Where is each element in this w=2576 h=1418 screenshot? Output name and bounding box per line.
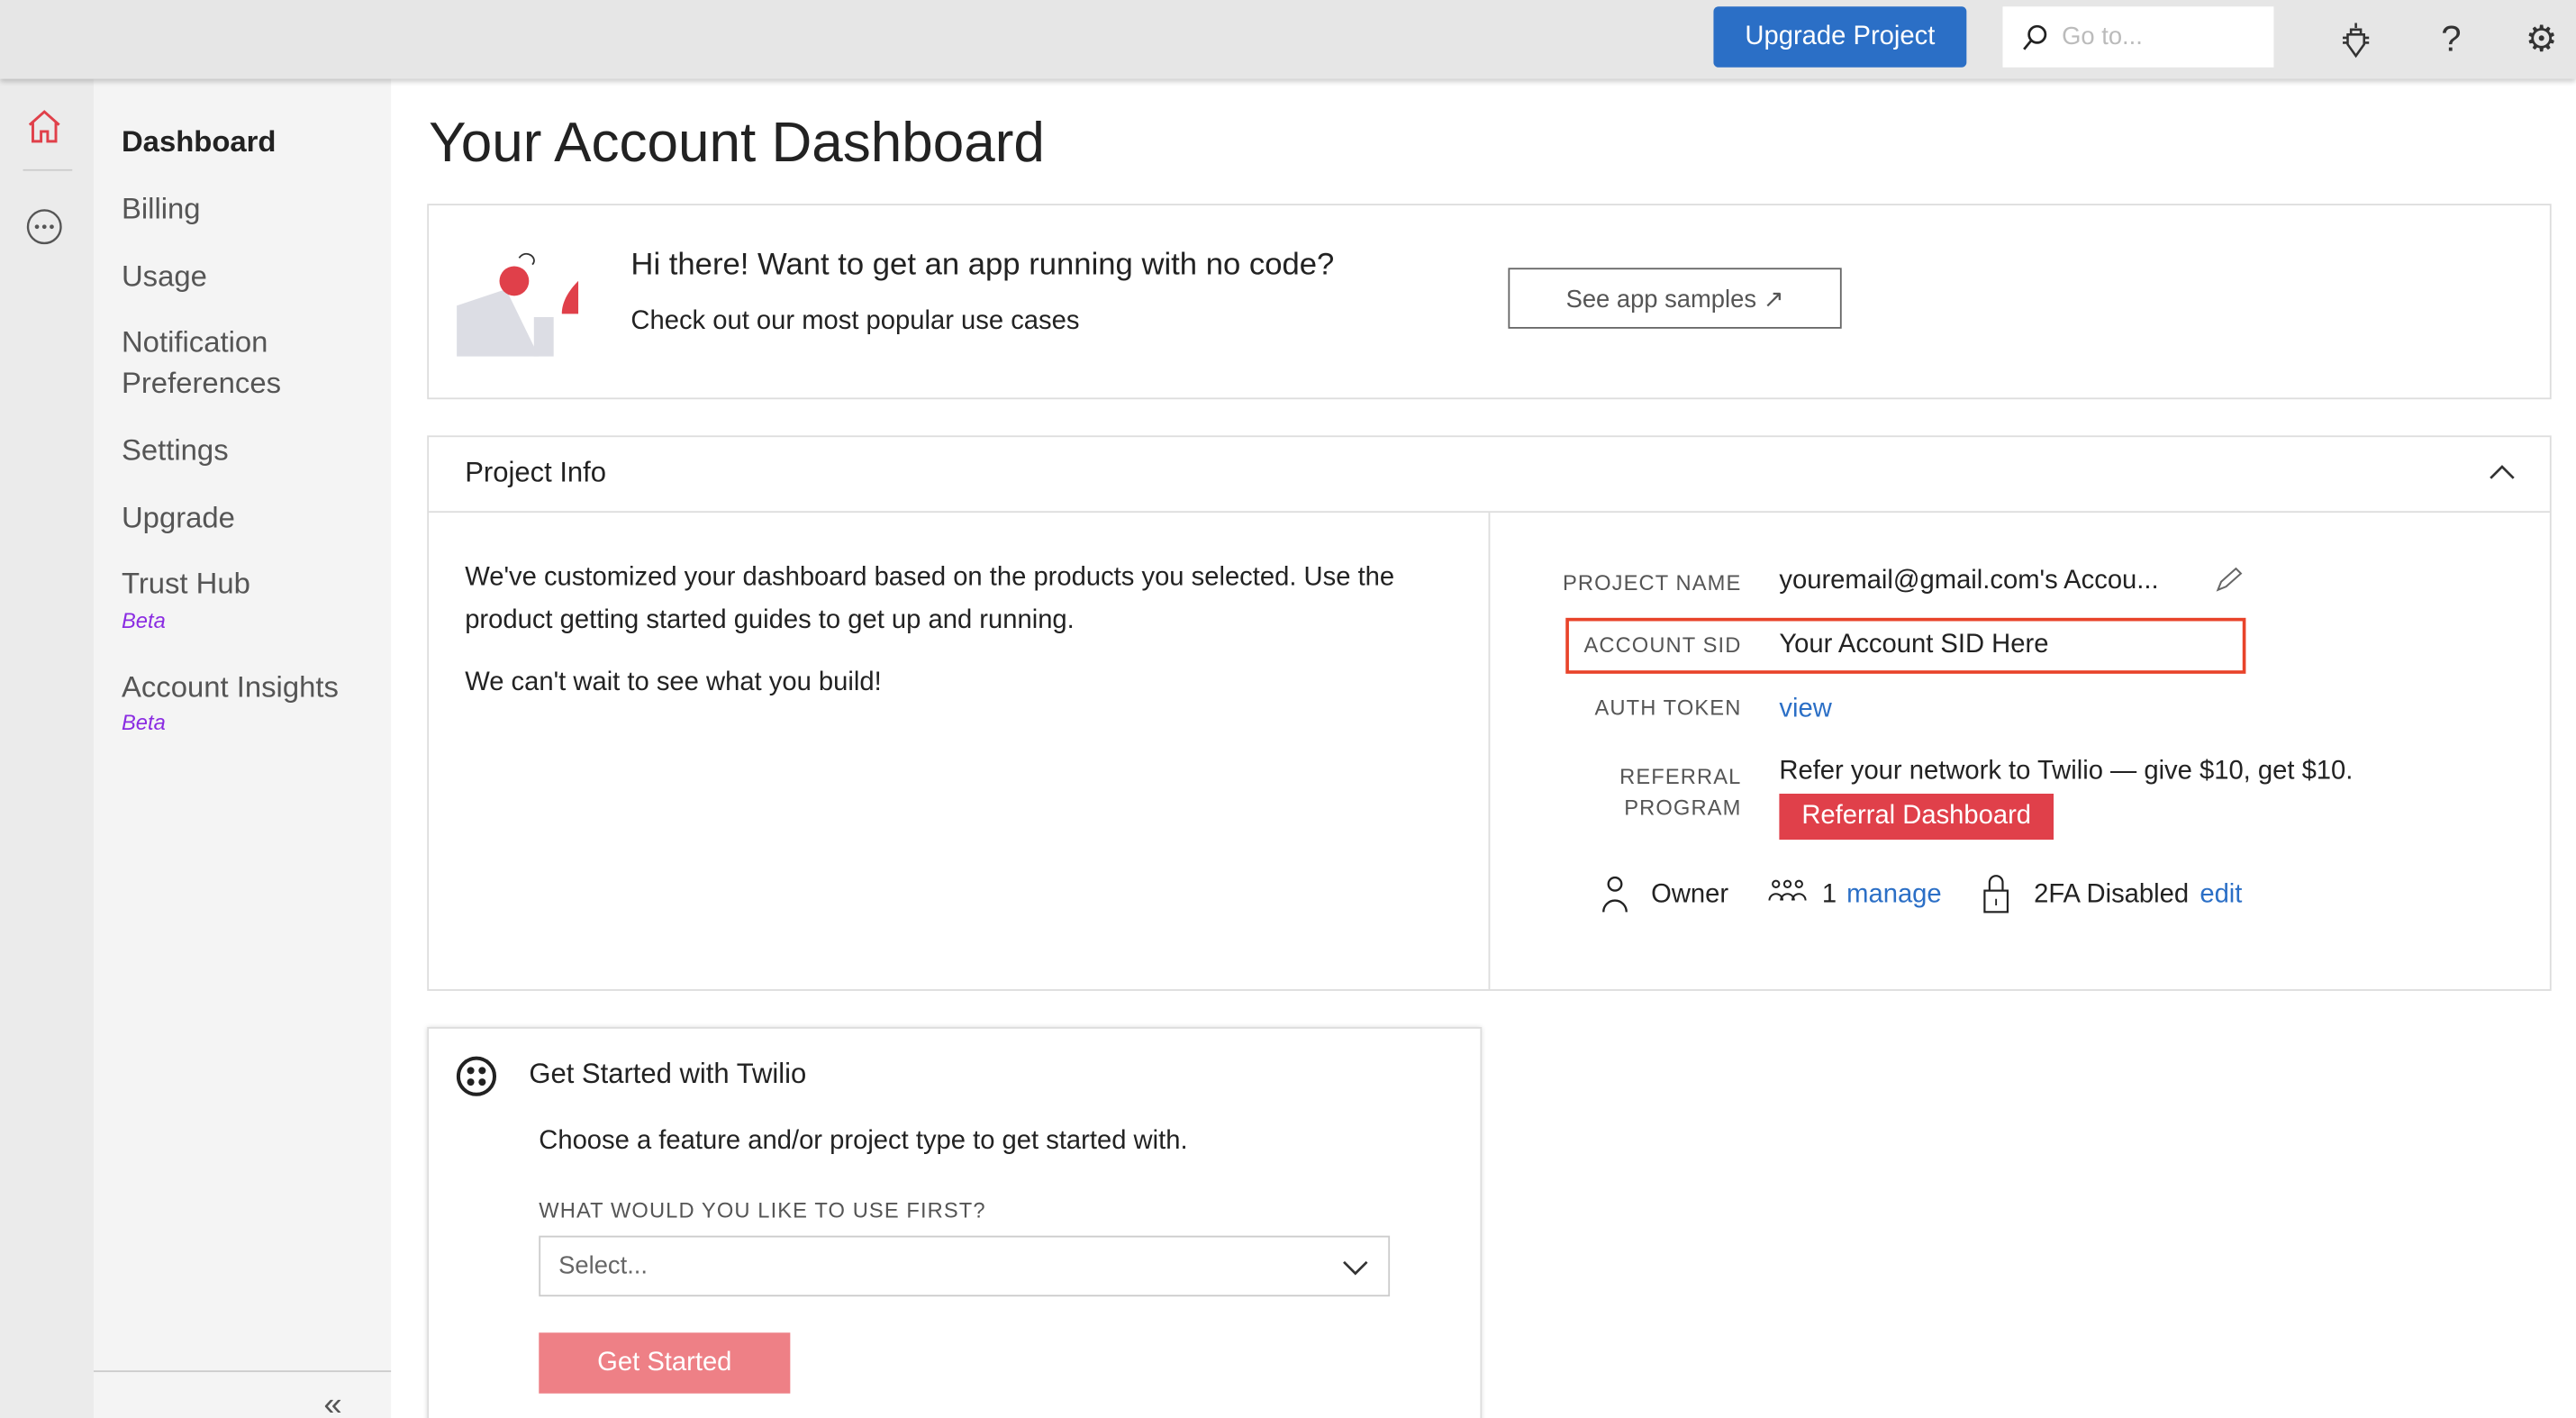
referral-label-2: PROGRAM: [1624, 795, 1742, 821]
page-title: Your Account Dashboard: [429, 112, 1045, 175]
sidebar-item-account-insights[interactable]: Account Insights: [122, 668, 339, 709]
referral-label-1: REFERRAL: [1619, 764, 1742, 789]
get-started-description: Choose a feature and/or project type to …: [539, 1127, 1188, 1156]
sidebar: Dashboard Billing Usage Notification Pre…: [93, 78, 392, 1418]
bug-icon[interactable]: [2336, 20, 2376, 59]
more-icon[interactable]: [24, 207, 64, 247]
sidebar-item-usage[interactable]: Usage: [122, 257, 207, 298]
select-value: Select...: [558, 1251, 649, 1280]
search-placeholder: Go to...: [2062, 23, 2143, 51]
edit-pencil-icon[interactable]: [2215, 567, 2245, 593]
sidebar-divider: [93, 1370, 392, 1373]
project-closing: We can't wait to see what you build!: [465, 668, 882, 697]
panel-title: Project Info: [465, 457, 607, 488]
sidebar-item-settings[interactable]: Settings: [122, 431, 229, 472]
beta-badge: Beta: [121, 709, 166, 735]
home-icon[interactable]: [24, 107, 64, 147]
upgrade-project-button[interactable]: Upgrade Project: [1713, 6, 1967, 68]
search-input[interactable]: Go to...: [2002, 6, 2274, 68]
beta-badge: Beta: [121, 607, 166, 633]
project-description: We've customized your dashboard based on…: [465, 563, 1395, 635]
select-label: WHAT WOULD YOU LIKE TO USE FIRST?: [539, 1197, 986, 1223]
sidebar-item-trust-hub[interactable]: Trust Hub: [122, 564, 250, 605]
members-count: 1: [1821, 880, 1837, 909]
app: Upgrade Project Go to... ? ⚙ Dashboard B…: [0, 0, 2576, 1418]
panel-header[interactable]: Project Info: [429, 437, 2550, 514]
get-started-card: Get Started with Twilio Choose a feature…: [427, 1027, 1483, 1418]
lock-icon: [1983, 875, 2009, 914]
panel-divider: [1488, 513, 1491, 990]
team-icon: [1768, 879, 1807, 901]
gear-icon[interactable]: ⚙: [2522, 18, 2562, 59]
sidebar-item-notification-preferences[interactable]: Notification Preferences: [122, 323, 335, 404]
get-started-button[interactable]: Get Started: [539, 1332, 791, 1394]
get-started-title: Get Started with Twilio: [529, 1058, 807, 1090]
app-samples-banner: Hi there! Want to get an app running wit…: [427, 204, 2552, 400]
icon-rail: [0, 78, 94, 1418]
account-sid-value: Your Account SID Here: [1779, 631, 2049, 659]
search-icon: [2023, 23, 2047, 50]
user-icon: [1602, 876, 1628, 913]
chevron-up-icon[interactable]: [2486, 460, 2518, 484]
sidebar-item-billing[interactable]: Billing: [122, 189, 201, 231]
see-app-samples-button[interactable]: See app samples ↗: [1508, 268, 1842, 329]
twofa-edit-link[interactable]: edit: [2200, 881, 2242, 911]
banner-heading: Hi there! Want to get an app running wit…: [630, 248, 1335, 283]
illustration-icon: [457, 252, 579, 357]
project-name-label: PROJECT NAME: [1562, 569, 1742, 595]
manage-members-link[interactable]: manage: [1846, 881, 1941, 911]
rail-divider: [23, 168, 73, 171]
sidebar-item-dashboard[interactable]: Dashboard: [122, 122, 277, 163]
banner-subtext: Check out our most popular use cases: [630, 307, 1080, 336]
account-sid-label: ACCOUNT SID: [1583, 632, 1742, 658]
twilio-logo-icon: [456, 1056, 497, 1096]
referral-dashboard-button[interactable]: Referral Dashboard: [1779, 793, 2054, 841]
referral-text: Refer your network to Twilio — give $10,…: [1779, 757, 2354, 786]
role-text: Owner: [1651, 880, 1729, 909]
top-bar: Upgrade Project Go to... ? ⚙: [0, 0, 2576, 79]
auth-token-label: AUTH TOKEN: [1594, 695, 1742, 720]
project-name-value: youremail@gmail.com's Accou...: [1779, 567, 2159, 595]
project-info-panel: Project Info We've customized your dashb…: [427, 435, 2552, 991]
feature-select[interactable]: Select...: [539, 1235, 1391, 1297]
twofa-status: 2FA Disabled: [2034, 880, 2190, 909]
collapse-sidebar-button[interactable]: «: [323, 1386, 341, 1418]
auth-token-view-link[interactable]: view: [1779, 695, 1831, 725]
help-icon[interactable]: ?: [2432, 18, 2472, 59]
chevron-down-icon: [1343, 1260, 1368, 1276]
sidebar-item-upgrade[interactable]: Upgrade: [122, 498, 235, 540]
